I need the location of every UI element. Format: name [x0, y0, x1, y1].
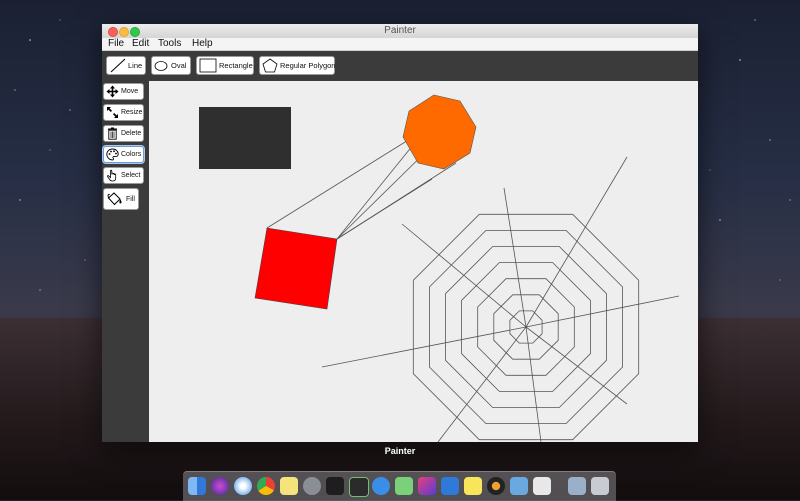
- web-spoke: [525, 156, 628, 328]
- menu-file[interactable]: File: [108, 38, 124, 50]
- select-label: Select: [121, 172, 141, 179]
- system-preferences-icon[interactable]: [303, 477, 321, 495]
- web-spoke: [437, 326, 527, 442]
- spider-web-shape[interactable]: [321, 156, 680, 442]
- fill-label: Fill: [126, 195, 135, 203]
- downloads-icon[interactable]: [568, 477, 586, 495]
- menu-help[interactable]: Help: [192, 38, 213, 50]
- drawing-canvas[interactable]: [149, 81, 698, 442]
- web-spoke: [503, 187, 527, 328]
- menu-tools[interactable]: Tools: [158, 38, 181, 50]
- resize-label: Resize: [121, 109, 143, 116]
- intellij-icon[interactable]: [418, 477, 436, 495]
- colors-button[interactable]: Colors: [103, 146, 144, 163]
- resize-button[interactable]: Resize: [103, 104, 144, 121]
- line-tool-button[interactable]: Line: [106, 56, 146, 75]
- delete-label: Delete: [121, 130, 142, 137]
- oval-tool-label: Oval: [171, 61, 187, 70]
- dock-app-caption: Painter: [384, 446, 416, 456]
- red-square-shape[interactable]: [254, 227, 338, 310]
- rectangle-tool-button[interactable]: Rectangle: [196, 56, 254, 75]
- terminal-icon[interactable]: [326, 477, 344, 495]
- visual-studio-code-icon[interactable]: [441, 477, 459, 495]
- window-title: Painter: [384, 25, 416, 36]
- preview-icon[interactable]: [510, 477, 528, 495]
- action-sidebar: Move Resize Delete Colors Select Fill: [102, 81, 149, 442]
- regular-polygon-tool-button[interactable]: Regular Polygon: [259, 56, 335, 75]
- music-icon[interactable]: [487, 477, 505, 495]
- paint-bucket-icon: [107, 191, 122, 205]
- connector-line: [336, 178, 433, 240]
- move-button[interactable]: Move: [103, 83, 144, 100]
- move-label: Move: [121, 88, 139, 95]
- menu-edit[interactable]: Edit: [132, 38, 149, 50]
- xcode-icon[interactable]: [372, 477, 390, 495]
- trash-icon[interactable]: [591, 477, 609, 495]
- activity-monitor-icon[interactable]: [349, 477, 369, 497]
- rectangle-icon: [199, 58, 217, 73]
- title-bar[interactable]: Painter: [102, 24, 698, 39]
- web-spoke: [525, 326, 542, 442]
- web-spoke: [525, 295, 680, 328]
- shape-toolbar: Line Oval Rectangle Regular Polygon: [102, 51, 698, 81]
- web-spoke: [525, 326, 628, 405]
- safari-icon[interactable]: [234, 477, 252, 495]
- dock: [183, 471, 616, 501]
- select-button[interactable]: Select: [103, 167, 144, 184]
- orange-octagon-shape[interactable]: [402, 94, 477, 170]
- dark-rectangle-shape[interactable]: [199, 107, 291, 169]
- trash-icon: [108, 127, 117, 140]
- web-spoke: [321, 326, 527, 368]
- siri-icon[interactable]: [211, 477, 229, 495]
- java-icon[interactable]: [533, 477, 551, 495]
- resize-arrows-icon: [107, 107, 118, 118]
- painter-window: Painter File Edit Tools Help Line Oval R…: [102, 24, 698, 442]
- hand-pointer-icon: [107, 169, 117, 182]
- line-tool-label: Line: [128, 61, 143, 70]
- oval-icon: [154, 61, 168, 71]
- colors-label: Colors: [121, 151, 142, 158]
- fill-button[interactable]: Fill: [103, 188, 139, 210]
- rectangle-tool-label: Rectangle: [219, 61, 253, 70]
- move-arrows-icon: [106, 85, 119, 98]
- pentagon-icon: [262, 58, 278, 73]
- line-icon: [110, 58, 126, 73]
- oval-tool-button[interactable]: Oval: [151, 56, 191, 75]
- canvas-drawing[interactable]: [149, 81, 698, 442]
- notes-icon[interactable]: [280, 477, 298, 495]
- chrome-icon[interactable]: [257, 477, 275, 495]
- android-studio-icon[interactable]: [395, 477, 413, 495]
- finder-icon[interactable]: [188, 477, 206, 495]
- menu-bar: File Edit Tools Help: [102, 38, 698, 51]
- regular-polygon-tool-label: Regular Polygon: [280, 61, 336, 70]
- stickies-icon[interactable]: [464, 477, 482, 495]
- delete-button[interactable]: Delete: [103, 125, 144, 142]
- palette-icon: [106, 148, 119, 161]
